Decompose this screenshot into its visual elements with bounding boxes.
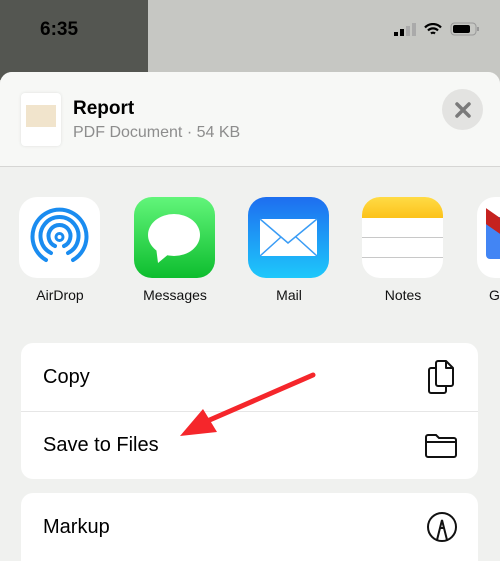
action-group-2: Markup [21,493,478,561]
app-row: AirDrop Messages Mail Notes G [0,197,500,307]
action-copy[interactable]: Copy [21,343,478,411]
gmail-icon [477,197,500,278]
folder-icon [425,433,457,458]
action-group-1: Copy Save to Files [21,343,478,479]
action-label: Markup [43,515,110,538]
app-messages[interactable]: Messages [134,197,216,303]
mail-icon [248,197,329,278]
app-label: G [489,287,500,303]
cellular-signal-icon [394,22,416,36]
action-save-to-files[interactable]: Save to Files [21,411,478,479]
app-label: Messages [143,287,207,303]
messages-icon [134,197,215,278]
copy-icon [428,360,454,394]
markup-icon [427,512,457,542]
app-label: AirDrop [36,287,84,303]
status-icons [394,22,480,36]
action-markup[interactable]: Markup [21,493,478,561]
app-notes[interactable]: Notes [362,197,444,303]
pdf-thumbnail [21,93,61,146]
app-label: Mail [276,287,302,303]
status-time: 6:35 [40,19,79,40]
wifi-icon [424,22,442,34]
app-mail[interactable]: Mail [248,197,330,303]
action-label: Copy [43,365,90,388]
share-sheet: Report PDF Document · 54 KB AirDrop Mess… [0,72,500,561]
document-title: Report [73,98,135,119]
document-info: PDF Document · 54 KB [73,124,241,141]
share-header: Report PDF Document · 54 KB [0,72,500,167]
close-button[interactable] [442,89,483,130]
app-airdrop[interactable]: AirDrop [19,197,101,303]
airdrop-icon [19,197,100,278]
app-gmail[interactable]: G [477,197,500,303]
close-icon [454,101,471,118]
app-label: Notes [384,287,422,303]
notes-icon [362,197,443,278]
action-label: Save to Files [43,434,159,456]
battery-icon [450,22,479,36]
